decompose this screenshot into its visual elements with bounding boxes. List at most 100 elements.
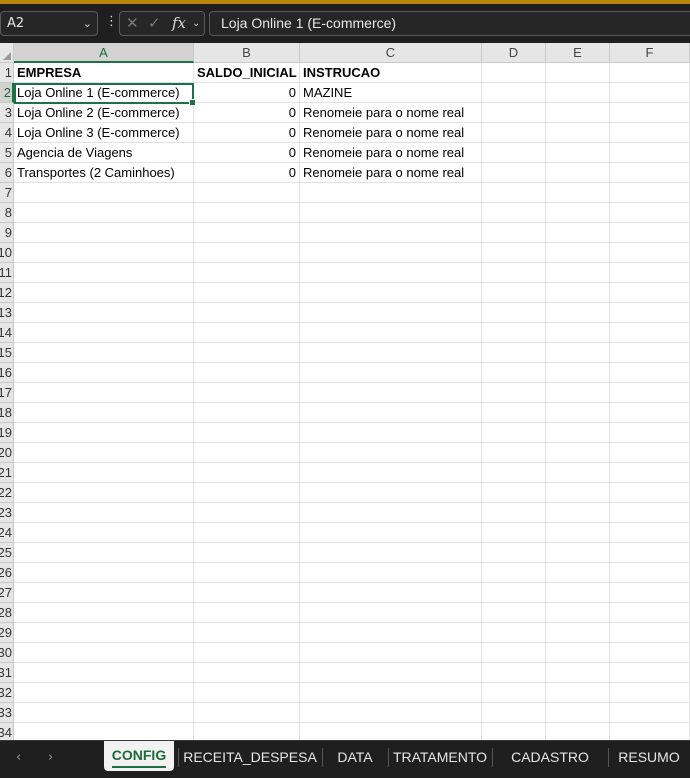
cell-d16[interactable]	[482, 363, 546, 383]
cell-d3[interactable]	[482, 103, 546, 123]
cell-e16[interactable]	[546, 363, 610, 383]
row-header-24[interactable]: 24	[0, 523, 14, 543]
cell-f7[interactable]	[610, 183, 690, 203]
cell-e20[interactable]	[546, 443, 610, 463]
cell-e22[interactable]	[546, 483, 610, 503]
cell-c32[interactable]	[300, 683, 482, 703]
row-header-16[interactable]: 16	[0, 363, 14, 383]
cell-b27[interactable]	[194, 583, 300, 603]
row-header-33[interactable]: 33	[0, 703, 14, 723]
cell-e23[interactable]	[546, 503, 610, 523]
cell-d28[interactable]	[482, 603, 546, 623]
row-header-32[interactable]: 32	[0, 683, 14, 703]
cell-a6[interactable]: Transportes (2 Caminhoes)	[14, 163, 194, 183]
cell-a3[interactable]: Loja Online 2 (E-commerce)	[14, 103, 194, 123]
cell-e31[interactable]	[546, 663, 610, 683]
cell-c19[interactable]	[300, 423, 482, 443]
more-options-icon[interactable]: ⋮	[105, 14, 118, 29]
row-header-26[interactable]: 26	[0, 563, 14, 583]
cell-a25[interactable]	[14, 543, 194, 563]
cell-e18[interactable]	[546, 403, 610, 423]
row-header-22[interactable]: 22	[0, 483, 14, 503]
cell-d5[interactable]	[482, 143, 546, 163]
cell-c16[interactable]	[300, 363, 482, 383]
cell-c10[interactable]	[300, 243, 482, 263]
cell-d33[interactable]	[482, 703, 546, 723]
cell-c34[interactable]	[300, 723, 482, 740]
cell-b13[interactable]	[194, 303, 300, 323]
cell-a29[interactable]	[14, 623, 194, 643]
cell-c21[interactable]	[300, 463, 482, 483]
sheet-tab-resumo[interactable]: RESUMO	[608, 741, 690, 774]
cell-f6[interactable]	[610, 163, 690, 183]
cell-c27[interactable]	[300, 583, 482, 603]
cell-a14[interactable]	[14, 323, 194, 343]
cell-d12[interactable]	[482, 283, 546, 303]
cell-d10[interactable]	[482, 243, 546, 263]
cell-d4[interactable]	[482, 123, 546, 143]
cell-c3[interactable]: Renomeie para o nome real	[300, 103, 482, 123]
row-header-9[interactable]: 9	[0, 223, 14, 243]
cell-e14[interactable]	[546, 323, 610, 343]
cell-b32[interactable]	[194, 683, 300, 703]
column-header-f[interactable]: F	[610, 43, 690, 63]
cell-f19[interactable]	[610, 423, 690, 443]
cell-c1[interactable]: INSTRUCAO	[300, 63, 482, 83]
row-header-14[interactable]: 14	[0, 323, 14, 343]
cell-c11[interactable]	[300, 263, 482, 283]
insert-function-icon[interactable]: fx	[172, 14, 186, 32]
cell-f1[interactable]	[610, 63, 690, 83]
column-header-b[interactable]: B	[194, 43, 300, 63]
prev-sheet-icon[interactable]: ‹	[16, 750, 21, 765]
cell-e17[interactable]	[546, 383, 610, 403]
cell-d26[interactable]	[482, 563, 546, 583]
cancel-icon[interactable]: ✕	[126, 14, 139, 32]
row-header-31[interactable]: 31	[0, 663, 14, 683]
cell-b4[interactable]: 0	[194, 123, 300, 143]
cell-b25[interactable]	[194, 543, 300, 563]
cell-a19[interactable]	[14, 423, 194, 443]
cell-d19[interactable]	[482, 423, 546, 443]
sheet-tab-data[interactable]: DATA	[322, 741, 388, 774]
cell-d1[interactable]	[482, 63, 546, 83]
cell-b15[interactable]	[194, 343, 300, 363]
cell-f10[interactable]	[610, 243, 690, 263]
cell-b11[interactable]	[194, 263, 300, 283]
cell-d18[interactable]	[482, 403, 546, 423]
cell-f11[interactable]	[610, 263, 690, 283]
cell-c6[interactable]: Renomeie para o nome real	[300, 163, 482, 183]
spreadsheet-grid[interactable]: A B C D E F 1 EMPRESA SALDO_INICIAL INSTRUCAO 2 Loj…	[0, 43, 690, 740]
cell-f20[interactable]	[610, 443, 690, 463]
cell-a1[interactable]: EMPRESA	[14, 63, 194, 83]
cell-a10[interactable]	[14, 243, 194, 263]
cell-c24[interactable]	[300, 523, 482, 543]
cell-c14[interactable]	[300, 323, 482, 343]
row-header-17[interactable]: 17	[0, 383, 14, 403]
cell-e33[interactable]	[546, 703, 610, 723]
cell-c22[interactable]	[300, 483, 482, 503]
cell-b12[interactable]	[194, 283, 300, 303]
row-header-30[interactable]: 30	[0, 643, 14, 663]
cell-f5[interactable]	[610, 143, 690, 163]
cell-c5[interactable]: Renomeie para o nome real	[300, 143, 482, 163]
cell-d34[interactable]	[482, 723, 546, 740]
cell-a20[interactable]	[14, 443, 194, 463]
cell-b28[interactable]	[194, 603, 300, 623]
formula-input[interactable]: Loja Online 1 (E-commerce)	[209, 11, 690, 36]
cell-e11[interactable]	[546, 263, 610, 283]
cell-d17[interactable]	[482, 383, 546, 403]
cell-e21[interactable]	[546, 463, 610, 483]
cell-a18[interactable]	[14, 403, 194, 423]
cell-b8[interactable]	[194, 203, 300, 223]
cell-f13[interactable]	[610, 303, 690, 323]
cell-d14[interactable]	[482, 323, 546, 343]
cell-a5[interactable]: Agencia de Viagens	[14, 143, 194, 163]
cell-a16[interactable]	[14, 363, 194, 383]
cell-e32[interactable]	[546, 683, 610, 703]
cell-b10[interactable]	[194, 243, 300, 263]
cell-c17[interactable]	[300, 383, 482, 403]
cell-e13[interactable]	[546, 303, 610, 323]
cell-b21[interactable]	[194, 463, 300, 483]
cell-e26[interactable]	[546, 563, 610, 583]
cell-a12[interactable]	[14, 283, 194, 303]
